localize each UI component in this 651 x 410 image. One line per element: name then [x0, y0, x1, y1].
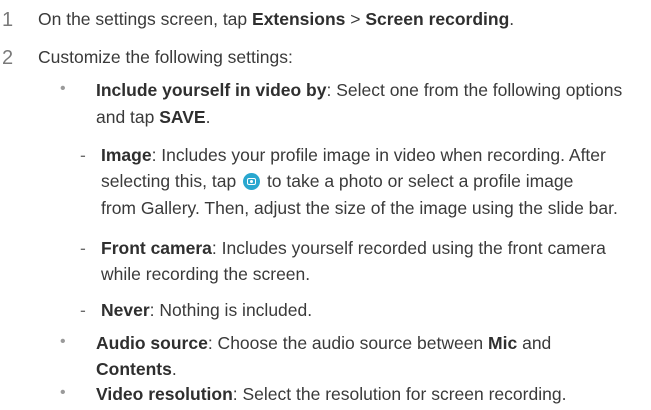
image-line2-pre: selecting this, tap — [101, 171, 242, 192]
text-line: Include yourself in video by: Select one… — [96, 80, 638, 101]
text-line: and tap SAVE. — [96, 107, 638, 128]
audio-end: . — [171, 359, 177, 380]
dash-mark: - — [80, 145, 86, 165]
video-line1: : Select the resolution for screen recor… — [232, 384, 567, 404]
text-line: while recording the screen. — [101, 264, 311, 285]
text-line: Image: Includes your profile image in vi… — [101, 145, 638, 166]
image-term: Image — [101, 145, 152, 165]
step-text: Customize the following settings: — [38, 47, 293, 67]
bullet-mark: • — [60, 80, 66, 97]
step-number: 1 — [2, 9, 14, 31]
include-term: Include yourself in video by — [96, 80, 327, 100]
include-line2-pre: and tap — [96, 107, 160, 128]
step-1-post: . — [509, 9, 515, 29]
extensions-label: Extensions — [252, 9, 346, 29]
screen-recording-label: Screen recording — [365, 9, 510, 29]
bullet-text: Video resolution: Select the resolution … — [96, 384, 638, 405]
image-line2-post: to take a photo or select a profile imag… — [262, 171, 574, 192]
camera-icon — [243, 173, 261, 191]
front-line1: : Includes yourself recorded using the f… — [211, 238, 606, 258]
front-camera-term: Front camera — [101, 238, 212, 258]
step-1-pre: On the settings screen, tap — [38, 9, 253, 29]
contents-label: Contents — [96, 359, 172, 380]
text-line: Video resolution: Select the resolution … — [96, 384, 638, 405]
step-text: On the settings screen, tap Extensions >… — [38, 9, 514, 30]
bullet-mark: • — [60, 384, 66, 401]
include-line2-post: . — [205, 107, 211, 128]
audio-and: and — [517, 333, 552, 353]
option-text: Front camera: Includes yourself recorded… — [101, 238, 638, 286]
include-line1: : Select one from the following options — [326, 80, 623, 100]
text-line: from Gallery. Then, adjust the size of t… — [101, 197, 618, 218]
audio-term: Audio source — [96, 333, 208, 353]
text-line: selecting this, tap to take a photo or s… — [101, 171, 638, 192]
text-line: Never: Nothing is included. — [101, 300, 638, 321]
step-number: 2 — [2, 47, 14, 69]
video-term: Video resolution — [96, 384, 233, 404]
option-text: Never: Nothing is included. — [101, 300, 638, 321]
save-label: SAVE — [159, 107, 206, 128]
text-line: Front camera: Includes yourself recorded… — [101, 238, 638, 259]
manual-page: 1 On the settings screen, tap Extensions… — [0, 0, 651, 410]
never-term: Never — [101, 300, 150, 320]
bullet-text: Include yourself in video by: Select one… — [96, 80, 638, 129]
dash-mark: - — [80, 238, 86, 258]
never-line1: : Nothing is included. — [149, 300, 313, 320]
image-line1: : Includes your profile image in video w… — [151, 145, 606, 165]
text-line: Audio source: Choose the audio source be… — [96, 333, 638, 354]
option-text: Image: Includes your profile image in vi… — [101, 145, 638, 219]
mic-label: Mic — [488, 333, 518, 353]
audio-line1: : Choose the audio source between — [207, 333, 489, 353]
dash-mark: - — [80, 300, 86, 320]
text-line: Contents. — [96, 359, 638, 380]
step-1-sep: > — [345, 9, 366, 29]
bullet-mark: • — [60, 333, 66, 350]
bullet-text: Audio source: Choose the audio source be… — [96, 333, 638, 381]
